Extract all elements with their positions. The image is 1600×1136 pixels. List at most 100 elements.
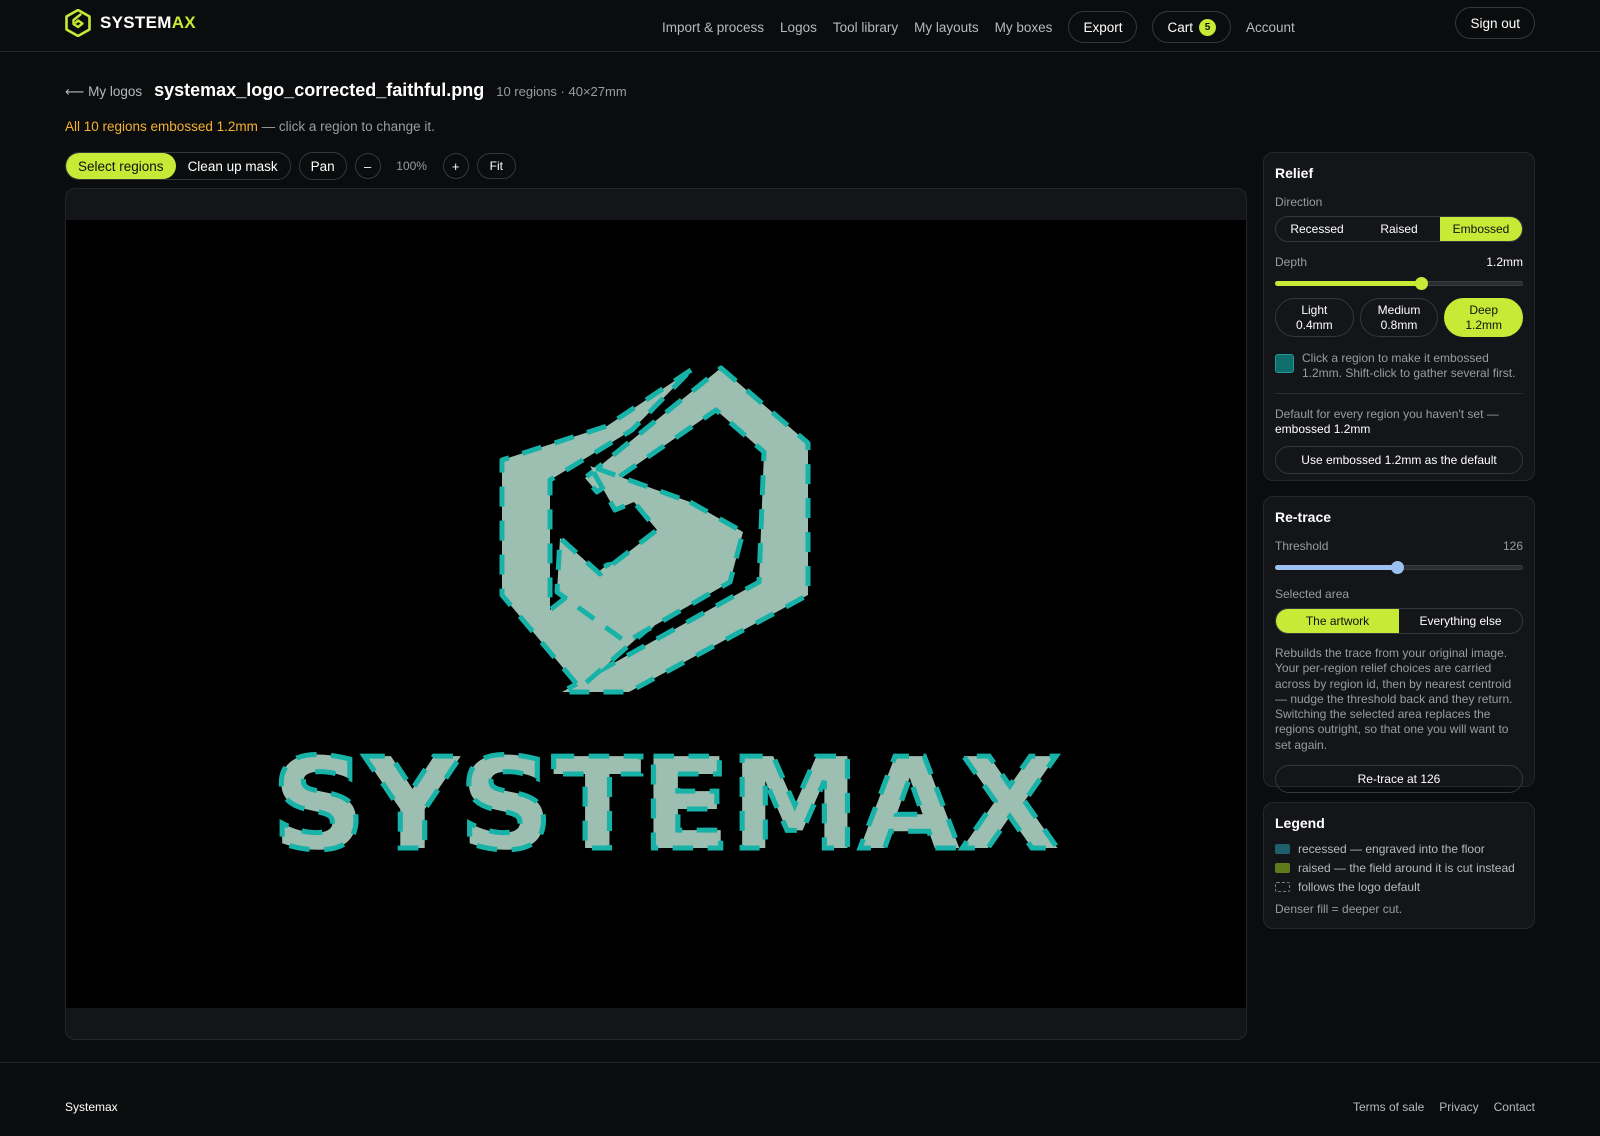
footer-link-terms[interactable]: Terms of sale (1353, 1100, 1424, 1114)
footer: Systemax Terms of sale Privacy Contact (0, 1062, 1600, 1136)
back-to-my-logos-link[interactable]: ⟵ My logos (65, 84, 142, 100)
page-title: systemax_logo_corrected_faithful.png (154, 80, 485, 100)
embossed-swatch-icon (1275, 354, 1294, 373)
legend-item-raised: raised — the field around it is cut inst… (1275, 860, 1523, 875)
nav-link-account[interactable]: Account (1246, 20, 1295, 35)
selected-area-label: Selected area (1275, 587, 1350, 601)
direction-label: Direction (1275, 195, 1323, 209)
logo-canvas[interactable]: SYSTEMAX (65, 188, 1247, 1040)
nav-link-logos[interactable]: Logos (780, 20, 817, 35)
footer-link-privacy[interactable]: Privacy (1439, 1100, 1478, 1114)
cart-label: Cart (1167, 19, 1193, 35)
preset-medium-name: Medium (1377, 302, 1421, 317)
region-hint: Click a region to make it embossed 1.2mm… (1275, 351, 1523, 381)
direction-embossed-option[interactable]: Embossed (1440, 217, 1522, 241)
legend-recessed-text: recessed — engraved into the floor (1298, 841, 1485, 856)
depth-presets: Light 0.4mm Medium 0.8mm Deep 1.2mm (1275, 298, 1524, 337)
direction-toggle: Recessed Raised Embossed (1275, 216, 1523, 242)
canvas-toolbar: Select regions Clean up mask Pan – 100% … (65, 152, 516, 180)
relief-title: Relief (1275, 165, 1314, 181)
retrace-description: Rebuilds the trace from your original im… (1275, 646, 1513, 752)
status-highlight: All 10 regions embossed 1.2mm (65, 119, 258, 134)
raised-swatch-icon (1275, 862, 1290, 873)
preset-medium-value: 0.8mm (1380, 317, 1418, 332)
export-button[interactable]: Export (1068, 11, 1138, 43)
depth-slider-thumb[interactable] (1415, 277, 1429, 290)
depth-slider[interactable] (1275, 277, 1523, 290)
legend-raised-text: raised — the field around it is cut inst… (1298, 860, 1515, 875)
default-value: embossed 1.2mm (1275, 422, 1371, 436)
preset-deep-value: 1.2mm (1465, 317, 1503, 332)
breadcrumb: ⟵ My logos systemax_logo_corrected_faith… (65, 80, 627, 101)
footer-link-contact[interactable]: Contact (1494, 1100, 1535, 1114)
depth-row: Depth 1.2mm (1275, 255, 1523, 269)
retrace-panel: Re-trace Threshold 126 Selected area The… (1263, 496, 1535, 794)
direction-recessed-option[interactable]: Recessed (1276, 217, 1358, 241)
legend-panel: Legend recessed — engraved into the floo… (1263, 802, 1535, 929)
export-label: Export (1083, 19, 1123, 35)
fit-button[interactable]: Fit (476, 153, 516, 179)
status-rest: — click a region to change it. (257, 119, 435, 134)
preset-deep-button[interactable]: Deep 1.2mm (1444, 298, 1524, 337)
selected-area-toggle: The artwork Everything else (1275, 608, 1523, 634)
area-everything-else-option[interactable]: Everything else (1399, 609, 1522, 633)
threshold-slider-fill (1275, 565, 1397, 570)
sign-out-label: Sign out (1470, 15, 1520, 31)
footer-links: Terms of sale Privacy Contact (1353, 1100, 1535, 1114)
region-status: All 10 regions embossed 1.2mm — click a … (65, 119, 435, 134)
brand-logo[interactable]: SYSTEMAX (65, 9, 196, 37)
relief-divider (1275, 393, 1523, 394)
zoom-in-button[interactable]: + (442, 153, 469, 179)
nav-link-my-boxes[interactable]: My boxes (995, 20, 1053, 35)
recessed-swatch-icon (1275, 843, 1290, 854)
legend-item-recessed: recessed — engraved into the floor (1275, 841, 1523, 856)
depth-slider-fill (1275, 281, 1422, 286)
direction-raised-option[interactable]: Raised (1358, 217, 1440, 241)
pan-button[interactable]: Pan (298, 152, 347, 180)
sign-out-button[interactable]: Sign out (1455, 7, 1535, 39)
legend-note: Denser fill = deeper cut. (1275, 902, 1403, 916)
preset-deep-name: Deep (1469, 302, 1499, 317)
depth-label: Depth (1275, 255, 1308, 269)
retrace-button[interactable]: Re-trace at 126 (1275, 765, 1523, 794)
preset-light-button[interactable]: Light 0.4mm (1275, 298, 1354, 337)
depth-value: 1.2mm (1486, 255, 1523, 269)
cart-count-badge: 5 (1198, 18, 1216, 36)
threshold-slider[interactable] (1275, 561, 1523, 574)
mode-toggle: Select regions Clean up mask (65, 152, 291, 180)
area-artwork-option[interactable]: The artwork (1276, 609, 1399, 633)
canvas-artwork-area[interactable]: SYSTEMAX (66, 220, 1247, 1008)
relief-panel: Relief Direction Recessed Raised Embosse… (1263, 152, 1535, 481)
cart-button[interactable]: Cart 5 (1152, 11, 1231, 43)
legend-item-default: follows the logo default (1275, 879, 1523, 894)
wordmark-systemax[interactable]: SYSTEMAX (270, 729, 1063, 881)
preset-light-name: Light (1301, 302, 1328, 317)
legend-title: Legend (1275, 815, 1325, 831)
default-swatch-icon (1275, 881, 1290, 892)
logo-regions-svg[interactable]: SYSTEMAX (66, 220, 1247, 1008)
zoom-out-button[interactable]: – (354, 153, 381, 179)
zoom-level: 100% (396, 159, 427, 173)
threshold-value: 126 (1502, 539, 1523, 553)
default-intro: Default for every region you haven't set… (1275, 407, 1499, 421)
nav-link-import[interactable]: Import & process (662, 20, 764, 35)
nav-link-my-layouts[interactable]: My layouts (914, 20, 979, 35)
footer-brand: Systemax (65, 1100, 118, 1114)
nav-link-tool-library[interactable]: Tool library (833, 20, 898, 35)
default-description: Default for every region you haven't set… (1275, 407, 1523, 437)
preset-medium-button[interactable]: Medium 0.8mm (1359, 298, 1439, 337)
systemax-logo-icon (65, 9, 91, 37)
file-meta: 10 regions · 40×27mm (496, 84, 627, 99)
select-regions-tab[interactable]: Select regions (66, 153, 176, 179)
use-as-default-button[interactable]: Use embossed 1.2mm as the default (1275, 446, 1523, 474)
brand-name: SYSTEMAX (100, 13, 196, 32)
clean-up-mask-tab[interactable]: Clean up mask (176, 153, 290, 179)
threshold-slider-thumb[interactable] (1390, 561, 1404, 574)
top-nav-bar: SYSTEMAX Import & process Logos Tool lib… (0, 0, 1600, 52)
legend-default-text: follows the logo default (1298, 879, 1421, 894)
threshold-row: Threshold 126 (1275, 539, 1523, 553)
region-hint-text: Click a region to make it embossed 1.2mm… (1302, 351, 1516, 380)
threshold-label: Threshold (1275, 539, 1329, 553)
retrace-title: Re-trace (1275, 509, 1332, 525)
main-nav: Import & process Logos Tool library My l… (662, 11, 1295, 43)
